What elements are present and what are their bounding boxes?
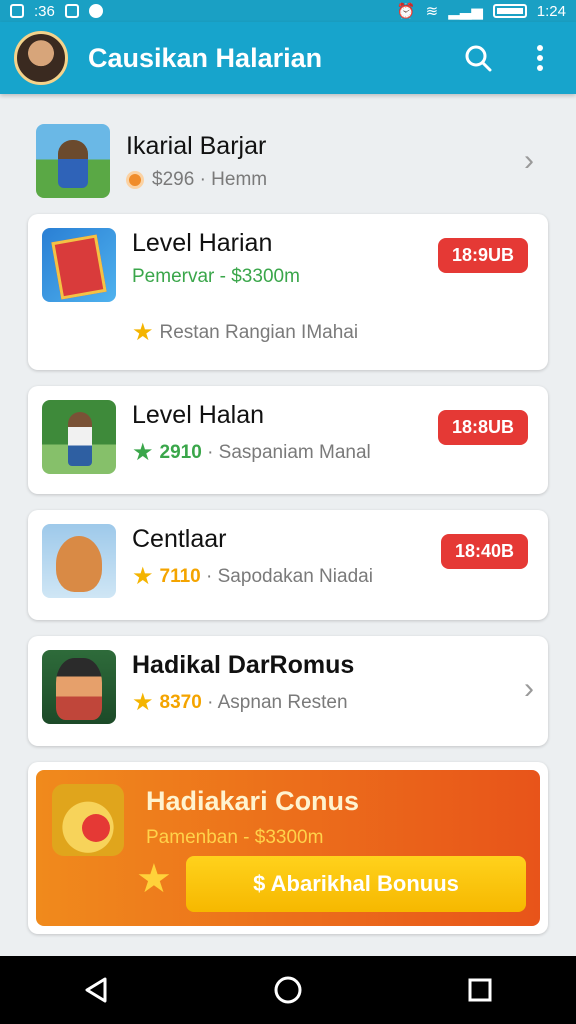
notification-icon — [10, 4, 24, 18]
battery-icon — [492, 4, 527, 18]
item-note-text: Restan Rangian IMahai — [159, 321, 359, 343]
item-thumbnail — [42, 228, 116, 302]
item-sub-text: · Hemm — [199, 169, 268, 190]
bonus-card: Hadiakari Conus Pamenban - $3300m ★ $ Ab… — [28, 762, 548, 934]
list-item[interactable]: Centlaar ★ 7110 · Sapodakan Niadai 18:40… — [28, 510, 548, 620]
item-thumbnail — [42, 400, 116, 474]
item-body: Hadikal DarRomus ★ 8370 · Aspnan Resten — [132, 650, 534, 717]
item-sub-num: 8370 — [159, 691, 202, 713]
status-badge: 18:9UB — [437, 238, 528, 273]
item-sub-text: · Aspnan Resten — [207, 691, 348, 713]
item-thumbnail — [42, 524, 116, 598]
home-icon[interactable] — [273, 975, 303, 1005]
back-icon[interactable] — [81, 975, 111, 1005]
item-title: Ikarial Barjar — [126, 132, 267, 160]
item-note: ★ Restan Rangian IMahai — [132, 318, 534, 347]
star-icon: ★ — [132, 439, 154, 466]
search-icon — [465, 45, 492, 72]
bonus-banner: Hadiakari Conus Pamenban - $3300m ★ $ Ab… — [36, 770, 540, 926]
status-right: ⏰ ≋ ▂▃▅ 1:24 — [396, 2, 566, 21]
item-thumbnail — [42, 650, 116, 724]
alarm-icon: ⏰ — [396, 3, 416, 20]
search-button[interactable] — [456, 36, 500, 80]
gift-icon — [52, 784, 124, 856]
star-icon: ★ — [132, 319, 154, 346]
list-item[interactable]: Ikarial Barjar $296 · Hemm › — [28, 108, 548, 214]
status-left-text: :36 — [34, 2, 55, 20]
app-icon — [88, 4, 103, 18]
item-sub-text: · Saspaniam Manal — [207, 441, 371, 463]
signal-icon: ▂▃▅ — [448, 3, 483, 20]
system-nav-bar — [0, 956, 576, 1024]
status-left: :36 — [10, 3, 103, 20]
list-item[interactable]: Level Harian Pemervar - $3300m ★ Restan … — [28, 214, 548, 370]
item-body: Ikarial Barjar $296 · Hemm — [126, 131, 548, 191]
item-sub-text: · Sapodakan Niadai — [206, 565, 373, 587]
app-bar: Causikan Halarian — [0, 22, 576, 94]
image-icon — [64, 4, 79, 18]
list-item[interactable]: Level Halan ★ 2910 · Saspaniam Manal 18:… — [28, 386, 548, 494]
more-vert-icon — [537, 45, 543, 71]
status-badge: 18:8UB — [437, 410, 528, 445]
item-thumbnail — [36, 124, 110, 198]
coin-icon — [126, 171, 144, 189]
list-item[interactable]: Hadikal DarRomus ★ 8370 · Aspnan Resten … — [28, 636, 548, 746]
bonus-subtitle: Pamenban - $3300m — [146, 827, 324, 848]
item-title: Hadikal DarRomus — [132, 651, 355, 679]
item-subtitle: ★ 8370 · Aspnan Resten — [132, 688, 534, 717]
item-sub-num: $296 — [152, 169, 195, 190]
chevron-right-icon: › — [524, 144, 534, 177]
claim-bonus-button[interactable]: $ Abarikhal Bonuus — [186, 856, 526, 912]
more-options-button[interactable] — [518, 36, 562, 80]
item-subtitle: $296 · Hemm — [126, 169, 548, 191]
star-icon: ★ — [132, 563, 154, 590]
wifi-icon: ≋ — [425, 3, 439, 20]
item-sub-num: 7110 — [159, 565, 201, 587]
status-badge: 18:40B — [440, 534, 528, 569]
bonus-title: Hadiakari Conus — [146, 786, 360, 816]
item-list: Ikarial Barjar $296 · Hemm › Level Haria… — [28, 108, 548, 934]
status-bar: :36 ⏰ ≋ ▂▃▅ 1:24 — [0, 0, 576, 22]
recents-icon[interactable] — [465, 975, 495, 1005]
item-sub-num: 2910 — [159, 441, 202, 463]
star-icon: ★ — [136, 857, 172, 901]
app-title: Causikan Halarian — [88, 42, 323, 73]
star-icon: ★ — [132, 689, 154, 716]
chevron-right-icon: › — [524, 672, 534, 705]
avatar[interactable] — [14, 31, 68, 85]
status-time: 1:24 — [536, 2, 566, 20]
